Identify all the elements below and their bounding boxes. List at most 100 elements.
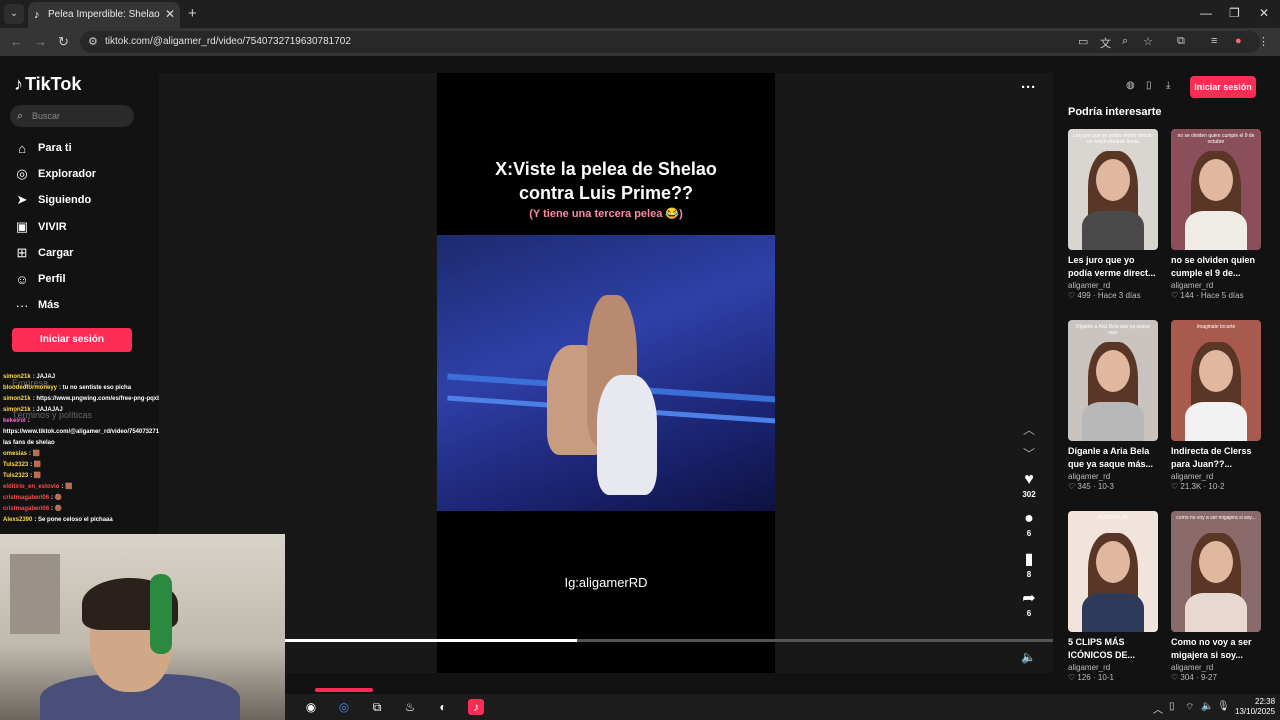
chrome-icon[interactable]: ◎ [336, 699, 352, 715]
steam-icon[interactable]: ♨ [402, 699, 418, 715]
card-meta: ♡ 304 · 9-27 [1171, 673, 1261, 682]
video-player[interactable]: X:Viste la pelea de Shelao contra Luis P… [159, 73, 1053, 673]
translate-icon[interactable]: 文 [1100, 35, 1111, 51]
site-info-icon[interactable]: ⚙ [88, 35, 98, 48]
address-bar[interactable]: ⚙ tiktok.com/@aligamer_rd/video/75407327… [80, 31, 1269, 53]
share-button[interactable]: ➦ 6 [1013, 588, 1045, 618]
previous-video-icon[interactable]: ︿ [1023, 421, 1035, 438]
video-frame[interactable]: X:Viste la pelea de Shelao contra Luis P… [437, 73, 775, 673]
restore-window-icon[interactable]: ❐ [1229, 6, 1240, 20]
video-progress-bar[interactable] [285, 639, 1053, 642]
more-options-icon[interactable]: ··· [1021, 79, 1036, 96]
clock-date: 13/10/2025 [1235, 707, 1276, 716]
thumb-face [1096, 159, 1130, 201]
card-thumbnail[interactable]: no se olviden quien cumple el 9 de octub… [1171, 129, 1261, 250]
card-author[interactable]: aligamer_rd [1068, 281, 1158, 290]
device-icon[interactable]: ▯ [1146, 80, 1152, 91]
nav-item-mas[interactable]: ··· Más [14, 295, 60, 315]
search-input[interactable] [32, 108, 128, 124]
zoom-icon[interactable]: ⌕ [1122, 35, 1128, 48]
card-thumbnail[interactable]: como no voy a ser migajera si soy... [1171, 511, 1261, 632]
card-meta: ♡ 499 · Hace 3 días [1068, 291, 1158, 300]
card-thumbnail[interactable]: AURONPLAY [1068, 511, 1158, 632]
thumb-body [1082, 402, 1144, 441]
card-meta: ♡ 21.3K · 10-2 [1171, 482, 1261, 491]
bookmark-button[interactable]: ▮ 8 [1013, 549, 1045, 579]
card-title[interactable]: Como no voy a ser migajera si soy... [1171, 636, 1261, 662]
thumb-overlay-text: como no voy a ser migajera si soy... [1176, 515, 1256, 521]
mic-icon[interactable]: 🎙 [1217, 701, 1230, 712]
card-thumbnail[interactable]: Díganle a Aria Bela que ya saque más [1068, 320, 1158, 441]
tiktok-app-icon[interactable]: ♪ [468, 699, 484, 715]
card-title[interactable]: Les juro que yo podía verme direct... [1068, 254, 1158, 280]
tiktok-logo[interactable]: ♪ TikTok [14, 74, 81, 95]
header-actions: ◍ ▯ ⤓ Iniciar sesión [1120, 76, 1260, 98]
extensions-icon[interactable]: ⧉ [1177, 35, 1185, 48]
comment-button[interactable]: ● 6 [1013, 510, 1045, 538]
address-url[interactable]: tiktok.com/@aligamer_rd/video/7540732719… [105, 36, 351, 47]
battery-icon[interactable]: ▯ [1169, 701, 1175, 712]
card-title[interactable]: no se olviden quien cumple el 9 de... [1171, 254, 1261, 280]
nav-item-perfil[interactable]: ☺ Perfil [14, 269, 65, 289]
browser-tab[interactable]: ♪ Pelea Imperdible: Shelao vs Luis ✕ [28, 2, 180, 28]
card-author[interactable]: aligamer_rd [1171, 472, 1261, 481]
bookmark-star-icon[interactable]: ☆ [1143, 35, 1153, 48]
nav-item-explorador[interactable]: ◎ Explorador [14, 164, 96, 184]
recommendation-card[interactable]: no se olviden quien cumple el 9 de octub… [1171, 129, 1261, 300]
reload-icon[interactable]: ↻ [58, 34, 69, 50]
card-thumbnail[interactable]: Imaginate tocarte [1171, 320, 1261, 441]
card-thumbnail[interactable]: Les juro que yo podía verme directo en t… [1068, 129, 1158, 250]
card-author[interactable]: aligamer_rd [1068, 472, 1158, 481]
card-title[interactable]: Indirecta de Clerss para Juan??... [1171, 445, 1261, 471]
forward-icon[interactable]: → [34, 34, 47, 49]
discord-icon[interactable]: ◉ [303, 699, 319, 715]
like-button[interactable]: ♥ 302 [1013, 471, 1045, 499]
header-login-button[interactable]: Iniciar sesión [1190, 76, 1256, 98]
browser-menu-icon[interactable]: ⋮ [1258, 35, 1269, 48]
card-title[interactable]: Díganle a Aria Bela que ya saque más... [1068, 445, 1158, 471]
active-app-indicator [315, 688, 373, 692]
card-author[interactable]: aligamer_rd [1068, 663, 1158, 672]
recommendation-card[interactable]: AURONPLAY 5 CLIPS MÁS ICÓNICOS DE... aliga… [1068, 511, 1158, 682]
nav-label: Cargar [38, 247, 74, 259]
recommendation-card[interactable]: Les juro que yo podía verme directo en t… [1068, 129, 1158, 300]
thumb-overlay-text: Les juro que yo podía verme directo en t… [1073, 133, 1153, 145]
card-title[interactable]: 5 CLIPS MÁS ICÓNICOS DE... [1068, 636, 1158, 662]
new-tab-button[interactable]: + [188, 5, 197, 22]
cast-icon[interactable]: ▭ [1078, 35, 1088, 48]
tray-chevron-icon[interactable]: ︿ [1153, 701, 1163, 716]
nav-item-vivir[interactable]: ▣ VIVIR [14, 217, 67, 237]
network-icon[interactable]: ⌔ [1185, 701, 1194, 714]
recommendation-card[interactable]: Díganle a Aria Bela que ya saque más Díga… [1068, 320, 1158, 491]
capcut-icon[interactable]: ⧉ [369, 699, 385, 715]
back-icon[interactable]: ← [10, 34, 23, 49]
recommendation-card[interactable]: como no voy a ser migajera si soy... Como… [1171, 511, 1261, 682]
recommendation-card[interactable]: Imaginate tocarte Indirecta de Clerss par… [1171, 320, 1261, 491]
volume-icon[interactable]: 🔈 [1021, 650, 1036, 664]
profile-avatar-icon[interactable]: ● [1235, 35, 1242, 47]
download-icon[interactable]: ⤓ [1166, 80, 1170, 91]
card-author[interactable]: aligamer_rd [1171, 281, 1261, 290]
sidebar-login-button[interactable]: Iniciar sesión [12, 328, 132, 352]
close-window-icon[interactable]: ✕ [1259, 6, 1269, 20]
chat-text: : tu no sentiste eso picha [59, 385, 132, 391]
minimize-window-icon[interactable]: — [1200, 6, 1212, 20]
card-author[interactable]: aligamer_rd [1171, 663, 1261, 672]
home-icon: ⌂ [18, 140, 26, 156]
card-likes: 304 [1180, 673, 1194, 682]
obs-icon[interactable]: ◐ [435, 699, 451, 715]
reading-list-icon[interactable]: ≡ [1211, 35, 1217, 47]
nav-item-siguiendo[interactable]: ➤ Siguiendo [14, 190, 92, 210]
thumb-body [1185, 593, 1247, 632]
next-video-icon[interactable]: ﹀ [1023, 445, 1035, 462]
close-tab-icon[interactable]: ✕ [165, 7, 175, 21]
bookmark-icon: ▮ [1024, 551, 1034, 568]
system-clock[interactable]: 22:38 13/10/2025 [1235, 697, 1275, 717]
coins-icon[interactable]: ◍ [1126, 80, 1135, 91]
search-box[interactable]: ⌕ [10, 105, 134, 127]
tab-search-button[interactable]: ⌄ [4, 4, 24, 24]
nav-item-cargar[interactable]: ⊞ Cargar [14, 243, 74, 263]
nav-item-para-ti[interactable]: ⌂ Para ti [14, 138, 72, 158]
headset [150, 574, 172, 654]
speaker-icon[interactable]: 🔈 [1201, 701, 1213, 712]
